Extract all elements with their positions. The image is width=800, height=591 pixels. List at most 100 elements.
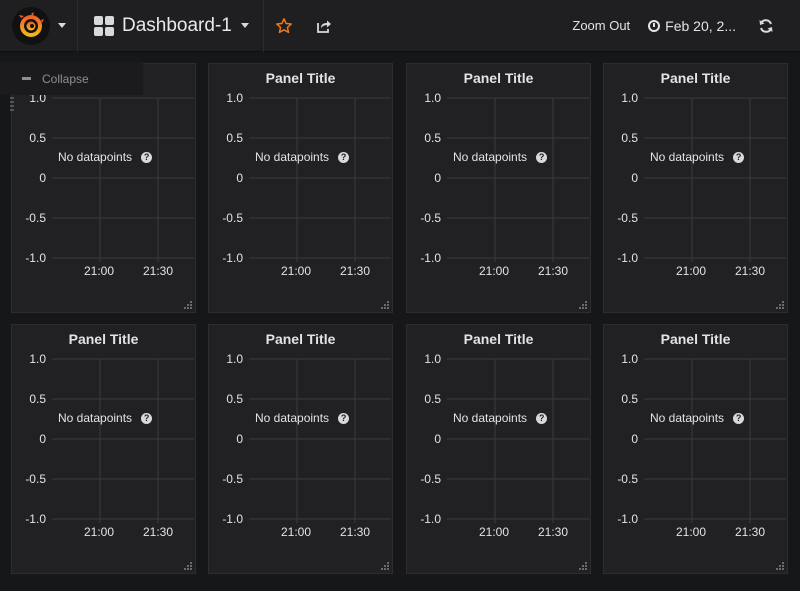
help-icon[interactable]: ? (141, 151, 153, 163)
y-tick-label: -0.5 (222, 472, 243, 486)
help-icon[interactable]: ? (536, 151, 548, 163)
x-tick-label: 21:30 (340, 525, 371, 539)
no-datapoints-text: No datapoints (255, 411, 330, 425)
chevron-down-icon (240, 23, 249, 28)
time-range-label: Feb 20, 2... (665, 17, 736, 34)
star-icon (275, 17, 292, 33)
refresh-icon (759, 18, 773, 33)
refresh-button[interactable] (758, 18, 774, 34)
graph-panel[interactable]: Panel Title 1.0 0.5 0 -0.5 -1.0 21:00 21:30 No d… (603, 63, 788, 313)
no-datapoints-text: No datapoints (255, 150, 330, 164)
resize-handle-icon[interactable] (381, 562, 390, 571)
y-tick-label: -1.0 (617, 251, 638, 265)
y-tick-label: 0 (631, 171, 638, 185)
graph-panel[interactable]: Panel Title 1.0 0.5 0 -0.5 -1.0 21:00 21:30 No d… (208, 324, 393, 574)
graph-panel[interactable]: Panel Title 1.0 0.5 0 -0.5 -1.0 21:00 21:30 No d… (603, 324, 788, 574)
grafana-menu-button[interactable] (0, 0, 78, 52)
clock-icon (648, 19, 661, 32)
y-tick-label: 1.0 (621, 352, 638, 366)
y-tick-label: 0.5 (424, 392, 441, 406)
panel-title[interactable]: Panel Title (604, 70, 787, 86)
y-tick-label: -0.5 (420, 472, 441, 486)
panel-title[interactable]: Panel Title (407, 70, 590, 86)
y-tick-label: -1.0 (222, 251, 243, 265)
help-icon[interactable]: ? (338, 151, 350, 163)
resize-handle-icon[interactable] (184, 301, 193, 310)
x-tick-label: 21:30 (143, 525, 174, 539)
graph-panel[interactable]: Panel Title 1.0 0.5 0 -0.5 -1.0 21:00 21:30 No d… (406, 324, 591, 574)
help-icon[interactable]: ? (141, 412, 153, 424)
y-tick-label: 0 (236, 432, 243, 446)
y-tick-label: 0 (39, 171, 46, 185)
y-tick-label: 0 (434, 432, 441, 446)
y-tick-label: -0.5 (25, 472, 46, 486)
x-tick-label: 21:30 (538, 264, 569, 278)
help-icon[interactable]: ? (536, 412, 548, 424)
y-tick-label: -0.5 (222, 211, 243, 225)
no-datapoints-text: No datapoints (650, 411, 725, 425)
y-tick-label: 1.0 (621, 91, 638, 105)
no-datapoints-message: No datapoints? (58, 150, 153, 164)
no-datapoints-message: No datapoints? (58, 411, 153, 425)
x-tick-label: 21:30 (735, 264, 766, 278)
dashboard-picker[interactable]: Dashboard-1 (78, 0, 264, 52)
y-tick-label: 1.0 (29, 352, 46, 366)
help-icon[interactable]: ? (733, 412, 745, 424)
graph-panel[interactable]: Panel Title 1.0 0.5 0 -0.5 -1.0 21:00 21:30 No d… (11, 324, 196, 574)
y-tick-label: 0 (631, 432, 638, 446)
panel-title[interactable]: Panel Title (12, 331, 195, 347)
graph-panel[interactable]: Panel Title 1.0 0.5 0 -0.5 -1.0 21:00 21:30 No d… (208, 63, 393, 313)
resize-handle-icon[interactable] (184, 562, 193, 571)
x-tick-label: 21:00 (281, 264, 312, 278)
graph-panel[interactable]: 1.0 0.5 0 -0.5 -1.0 21:00 21:30 No datapoints? (11, 63, 196, 313)
y-tick-label: -1.0 (617, 512, 638, 526)
y-tick-label: 1.0 (424, 91, 441, 105)
no-datapoints-message: No datapoints? (650, 411, 745, 425)
panel-title[interactable]: Panel Title (407, 331, 590, 347)
top-navbar: Dashboard-1 Zoom Out Feb 20, 2... (0, 0, 800, 52)
y-tick-label: -1.0 (420, 251, 441, 265)
grafana-logo (12, 6, 50, 45)
zoom-out-button[interactable]: Zoom Out (572, 18, 630, 33)
time-range-picker[interactable]: Feb 20, 2... (648, 18, 736, 34)
share-button[interactable] (304, 0, 344, 52)
resize-handle-icon[interactable] (579, 301, 588, 310)
x-tick-label: 21:00 (676, 525, 707, 539)
x-tick-label: 21:00 (479, 264, 510, 278)
row-drag-handle[interactable] (10, 97, 14, 113)
dashboard-title: Dashboard-1 (122, 14, 232, 36)
no-datapoints-message: No datapoints? (453, 150, 548, 164)
y-tick-label: 1.0 (226, 91, 243, 105)
x-tick-label: 21:00 (479, 525, 510, 539)
resize-handle-icon[interactable] (776, 562, 785, 571)
y-tick-label: 1.0 (226, 352, 243, 366)
share-icon (316, 20, 331, 33)
y-tick-label: 0.5 (621, 392, 638, 406)
x-tick-label: 21:00 (84, 525, 115, 539)
y-tick-label: 0.5 (226, 392, 243, 406)
y-tick-label: 0.5 (621, 131, 638, 145)
y-tick-label: 0 (236, 171, 243, 185)
panel-title[interactable]: Panel Title (209, 70, 392, 86)
no-datapoints-message: No datapoints? (453, 411, 548, 425)
no-datapoints-text: No datapoints (58, 411, 133, 425)
resize-handle-icon[interactable] (381, 301, 390, 310)
resize-handle-icon[interactable] (579, 562, 588, 571)
dashboard-grid-icon (94, 15, 114, 36)
help-icon[interactable]: ? (733, 151, 745, 163)
resize-handle-icon[interactable] (776, 301, 785, 310)
y-tick-label: -1.0 (25, 512, 46, 526)
graph-panel[interactable]: Panel Title 1.0 0.5 0 -0.5 -1.0 21:00 21:30 No d… (406, 63, 591, 313)
panel-title[interactable]: Panel Title (209, 331, 392, 347)
collapse-label: Collapse (42, 71, 89, 86)
x-tick-label: 21:30 (735, 525, 766, 539)
y-tick-label: 0 (39, 432, 46, 446)
y-tick-label: -0.5 (617, 211, 638, 225)
help-icon[interactable]: ? (338, 412, 350, 424)
no-datapoints-message: No datapoints? (255, 150, 350, 164)
row-collapse-button[interactable]: Collapse (0, 62, 143, 95)
star-button[interactable] (264, 0, 304, 52)
y-tick-label: -0.5 (617, 472, 638, 486)
x-tick-label: 21:00 (84, 264, 115, 278)
panel-title[interactable]: Panel Title (604, 331, 787, 347)
